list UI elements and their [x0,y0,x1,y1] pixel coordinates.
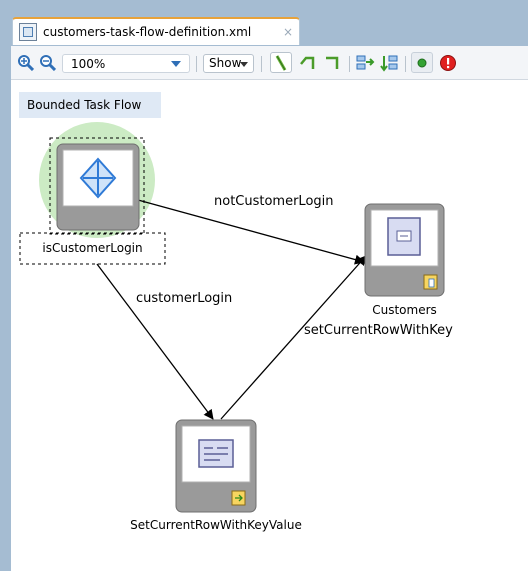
edge-label-set-current-row[interactable]: setCurrentRowWithKey [304,323,453,338]
method-node-label: SetCurrentRowWithKeyValue [130,518,302,532]
edge-customer-login[interactable] [96,263,214,420]
view-node-label: Customers [372,303,437,317]
edge-label-customer-login[interactable]: customerLogin [136,291,232,306]
edge-label-not-customer-login[interactable]: notCustomerLogin [214,194,334,209]
method-call-icon [198,439,234,468]
flow-diagram [19,122,445,513]
page-icon [387,217,421,256]
edge-not-customer-login[interactable] [137,199,365,265]
router-node-label: isCustomerLogin [42,241,143,255]
page-definition-badge-icon [423,274,438,290]
method-binding-badge-icon [231,490,246,506]
